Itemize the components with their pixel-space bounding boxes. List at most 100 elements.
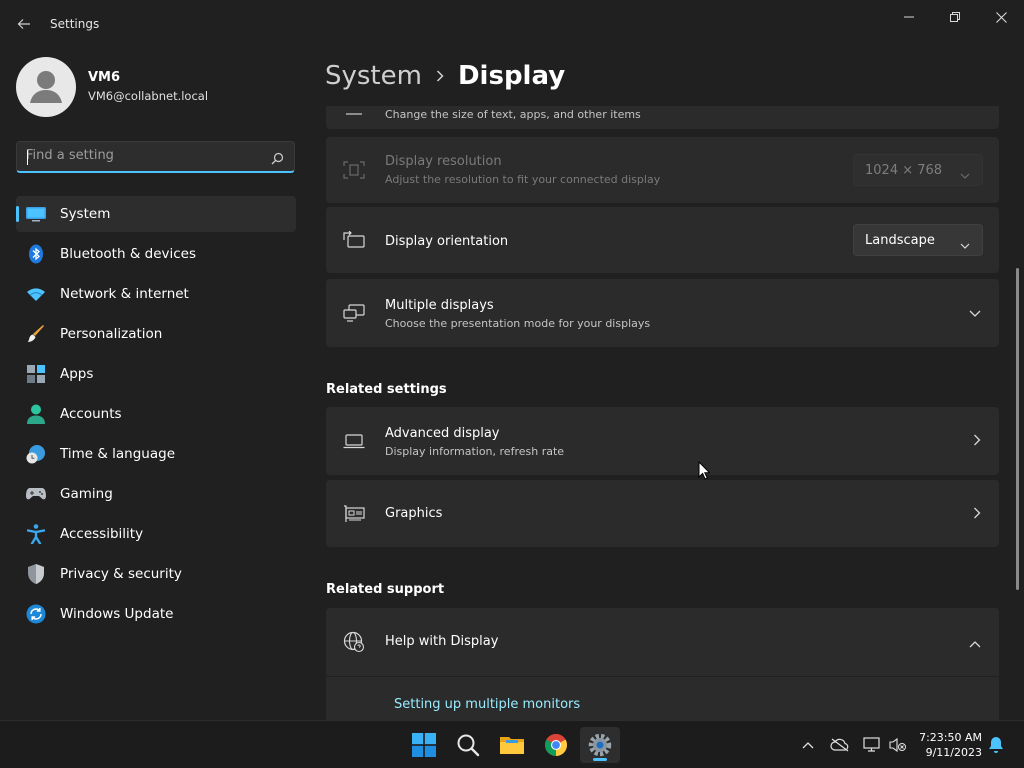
sidebar-item-bluetooth[interactable]: Bluetooth & devices xyxy=(16,236,296,272)
search-taskbar-button[interactable] xyxy=(448,727,488,763)
card-title: Help with Display xyxy=(385,634,499,649)
text-caret xyxy=(27,150,28,165)
advanced-display-card[interactable]: Advanced display Display information, re… xyxy=(326,407,999,475)
sidebar-item-label: Accessibility xyxy=(60,526,144,542)
person-icon xyxy=(26,404,46,424)
sidebar-item-label: Bluetooth & devices xyxy=(60,246,197,262)
breadcrumb: System Display xyxy=(325,58,565,94)
sidebar-item-gaming[interactable]: Gaming xyxy=(16,476,296,512)
user-silhouette-icon xyxy=(30,71,62,103)
resolution-dropdown: 1024 × 768 xyxy=(853,154,983,186)
close-icon xyxy=(995,11,1007,23)
wifi-icon xyxy=(26,284,46,304)
globe-help-icon xyxy=(342,630,366,654)
chevron-right-icon xyxy=(973,434,981,450)
bluetooth-icon xyxy=(26,244,46,264)
card-title: Display orientation xyxy=(385,234,509,249)
sidebar-item-windows-update[interactable]: Windows Update xyxy=(16,596,296,632)
related-settings-heading: Related settings xyxy=(326,382,447,397)
sidebar-item-time-language[interactable]: Time & language xyxy=(16,436,296,472)
sidebar-item-label: Apps xyxy=(60,366,94,382)
clock-date: 9/11/2023 xyxy=(925,746,982,759)
profile-name: VM6 xyxy=(88,70,121,85)
sidebar-item-accounts[interactable]: Accounts xyxy=(16,396,296,432)
profile-email: VM6@collabnet.local xyxy=(88,89,209,103)
scrollbar-thumb[interactable] xyxy=(1016,268,1019,590)
chrome-icon xyxy=(545,734,567,756)
back-button[interactable] xyxy=(12,12,36,36)
windows-logo-icon xyxy=(412,733,436,757)
folder-icon xyxy=(500,737,524,754)
page-title: Display xyxy=(457,61,566,91)
graphics-card-icon xyxy=(342,502,366,526)
card-subtitle: Choose the presentation mode for your di… xyxy=(385,317,651,330)
settings-content[interactable]: Change the size of text, apps, and other… xyxy=(318,106,1008,720)
chrome-button[interactable] xyxy=(536,727,576,763)
minimize-button[interactable] xyxy=(886,6,932,28)
chevron-up-icon[interactable] xyxy=(969,636,981,652)
card-subtitle: Display information, refresh rate xyxy=(385,445,565,458)
chevron-right-icon xyxy=(436,67,444,86)
card-title: Multiple displays xyxy=(385,298,494,313)
search-input[interactable] xyxy=(26,148,266,163)
start-button[interactable] xyxy=(404,727,444,763)
show-hidden-icons-button[interactable] xyxy=(798,735,818,755)
onedrive-offline-icon[interactable] xyxy=(830,735,850,755)
system-icon xyxy=(26,204,46,224)
chevron-down-icon xyxy=(960,164,970,183)
sidebar-item-label: Time & language xyxy=(60,446,176,462)
minimize-icon xyxy=(904,16,914,18)
sidebar-item-label: Personalization xyxy=(60,326,163,342)
shield-icon xyxy=(26,564,46,584)
accessibility-icon xyxy=(26,524,46,544)
help-with-display-card[interactable]: Help with Display xyxy=(326,608,999,676)
related-support-heading: Related support xyxy=(326,582,445,597)
resolution-icon xyxy=(342,158,366,182)
sidebar-item-system[interactable]: System xyxy=(16,196,296,232)
sidebar-item-label: System xyxy=(60,206,111,222)
settings-taskbar-button[interactable] xyxy=(580,727,620,763)
card-subtitle: Adjust the resolution to fit your connec… xyxy=(385,173,661,186)
restore-button[interactable] xyxy=(932,6,978,28)
taskbar: 7:23:50 AM 9/11/2023 xyxy=(0,720,1024,768)
sidebar-item-label: Windows Update xyxy=(60,606,174,622)
gamepad-icon xyxy=(26,484,46,504)
display-orientation-card[interactable]: Display orientation Landscape xyxy=(326,207,999,273)
chevron-right-icon xyxy=(973,507,981,523)
scale-card[interactable]: Change the size of text, apps, and other… xyxy=(326,106,999,129)
sidebar-item-privacy-security[interactable]: Privacy & security xyxy=(16,556,296,592)
clock-time: 7:23:50 AM xyxy=(919,731,982,744)
update-icon xyxy=(26,604,46,624)
dropdown-value: Landscape xyxy=(865,233,935,248)
sidebar-item-accessibility[interactable]: Accessibility xyxy=(16,516,296,552)
notification-bell-icon[interactable] xyxy=(986,735,1006,755)
graphics-card[interactable]: Graphics xyxy=(326,480,999,547)
sidebar-item-personalization[interactable]: Personalization xyxy=(16,316,296,352)
search-icon[interactable] xyxy=(271,150,284,169)
card-subtitle: Change the size of text, apps, and other… xyxy=(385,108,641,121)
chevron-down-icon xyxy=(960,234,970,253)
multiple-displays-card[interactable]: Multiple displays Choose the presentatio… xyxy=(326,279,999,347)
sidebar-item-apps[interactable]: Apps xyxy=(16,356,296,392)
network-icon[interactable] xyxy=(862,735,882,755)
brush-icon xyxy=(26,324,46,344)
user-profile[interactable]: VM6 VM6@collabnet.local xyxy=(16,57,208,117)
file-explorer-button[interactable] xyxy=(492,727,532,763)
chevron-down-icon[interactable] xyxy=(969,306,981,322)
sidebar-item-label: Network & internet xyxy=(60,286,189,302)
orientation-dropdown[interactable]: Landscape xyxy=(853,224,983,256)
setting-up-monitors-link[interactable]: Setting up multiple monitors xyxy=(394,697,580,712)
sidebar-item-label: Gaming xyxy=(60,486,113,502)
sidebar-item-label: Accounts xyxy=(60,406,122,422)
taskbar-clock[interactable]: 7:23:50 AM 9/11/2023 xyxy=(900,730,982,760)
card-title: Graphics xyxy=(385,506,443,521)
sidebar-item-network[interactable]: Network & internet xyxy=(16,276,296,312)
close-button[interactable] xyxy=(978,6,1024,28)
help-expanded-panel: Setting up multiple monitors xyxy=(326,677,999,720)
title-bar: Settings xyxy=(0,0,1024,48)
search-box[interactable] xyxy=(16,141,295,173)
breadcrumb-parent[interactable]: System xyxy=(325,61,422,91)
app-title: Settings xyxy=(50,17,100,31)
globe-clock-icon xyxy=(26,444,46,464)
display-resolution-card: Display resolution Adjust the resolution… xyxy=(326,137,999,203)
